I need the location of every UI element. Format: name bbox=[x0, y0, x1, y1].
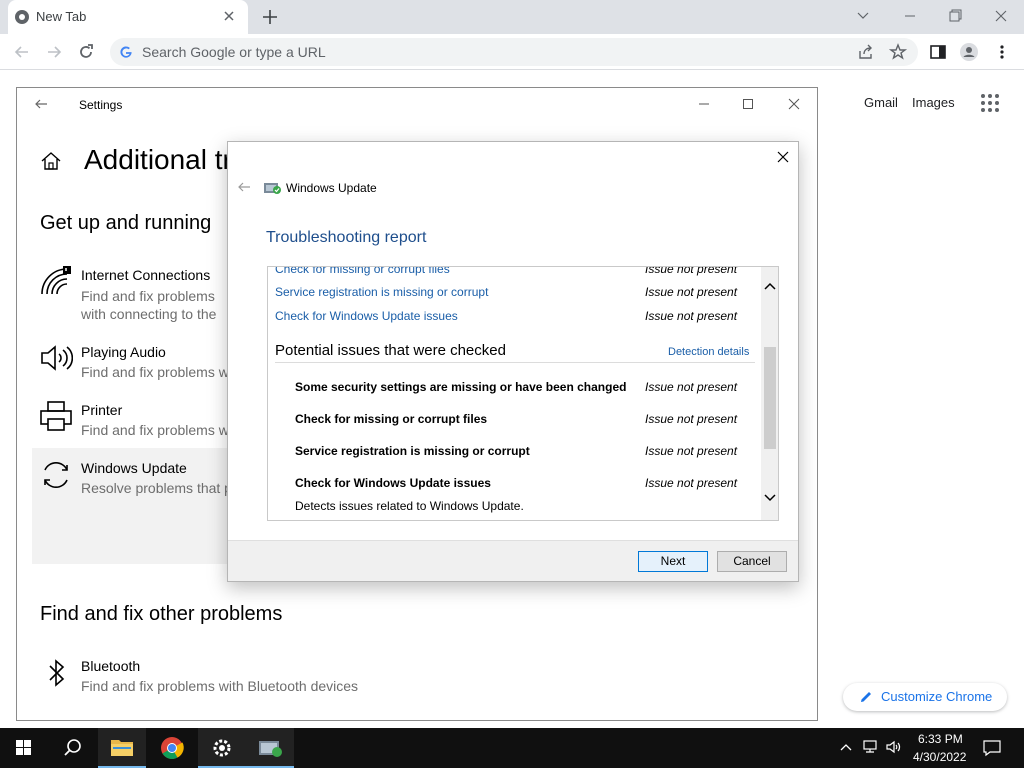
found-row-label[interactable]: Service registration is missing or corru… bbox=[275, 285, 488, 299]
troubleshooter-icon bbox=[264, 182, 282, 194]
tab-search-chevron-icon[interactable] bbox=[849, 4, 877, 28]
close-window-icon[interactable] bbox=[987, 4, 1015, 28]
checked-row-label: Check for missing or corrupt files bbox=[295, 412, 488, 426]
dialog-footer bbox=[228, 540, 798, 581]
scrollbar-thumb[interactable] bbox=[764, 347, 776, 449]
checked-row-label: Service registration is missing or corru… bbox=[295, 444, 530, 458]
profile-avatar-icon[interactable] bbox=[959, 42, 979, 62]
checked-row-label: Check for Windows Update issues bbox=[295, 476, 491, 490]
troubleshooting-report-heading: Troubleshooting report bbox=[266, 229, 427, 246]
item-desc-internet-connections: Find and fix problems with connecting to… bbox=[81, 288, 217, 322]
checked-row-status: Issue not present bbox=[645, 476, 738, 490]
item-name-bluetooth[interactable]: Bluetooth bbox=[81, 658, 140, 674]
item-name-playing-audio[interactable]: Playing Audio bbox=[81, 344, 166, 360]
report-scroll-area[interactable]: Check for missing or corrupt files Issue… bbox=[267, 266, 779, 521]
refresh-icon bbox=[39, 458, 73, 492]
home-icon[interactable] bbox=[40, 151, 62, 171]
bookmark-star-icon[interactable] bbox=[888, 42, 908, 62]
found-row-status: Issue not present bbox=[645, 309, 738, 323]
back-arrow-icon[interactable] bbox=[12, 42, 32, 62]
side-panel-icon[interactable] bbox=[928, 42, 948, 62]
customize-chrome-label[interactable]: Customize Chrome bbox=[881, 689, 992, 704]
section-heading-get-up-and-running: Get up and running bbox=[40, 212, 212, 234]
omnibox-placeholder[interactable]: Search Google or type a URL bbox=[142, 44, 326, 60]
forward-arrow-icon[interactable] bbox=[44, 42, 64, 62]
new-tab-plus-icon[interactable] bbox=[258, 6, 282, 28]
start-icon[interactable] bbox=[0, 728, 48, 768]
section-heading-other-problems: Find and fix other problems bbox=[40, 603, 283, 625]
scroll-down-chevron-icon[interactable] bbox=[764, 493, 776, 503]
potential-issues-heading: Potential issues that were checked bbox=[275, 342, 506, 359]
wifi-icon bbox=[39, 266, 73, 298]
found-row-status: Issue not present bbox=[645, 266, 738, 276]
item-desc-playing-audio: Find and fix problems with playing sound bbox=[81, 364, 231, 380]
checked-row-status: Issue not present bbox=[645, 412, 738, 426]
speaker-icon bbox=[39, 343, 73, 373]
gmail-link[interactable]: Gmail bbox=[864, 95, 898, 110]
images-link[interactable]: Images bbox=[912, 95, 955, 110]
minimize-icon[interactable] bbox=[896, 4, 924, 28]
clock-date[interactable]: 4/30/2022 bbox=[913, 750, 966, 764]
checked-row-description: Detects issues related to Windows Update… bbox=[295, 499, 524, 513]
item-desc-bluetooth: Find and fix problems with Bluetooth dev… bbox=[81, 678, 359, 694]
checked-row-status: Issue not present bbox=[645, 380, 738, 394]
pencil-icon bbox=[858, 689, 874, 705]
detection-details-link[interactable]: Detection details bbox=[668, 346, 749, 358]
checked-row-label: Some security settings are missing or ha… bbox=[295, 380, 627, 394]
settings-gear-icon[interactable] bbox=[198, 728, 246, 768]
item-name-internet-connections[interactable]: Internet Connections bbox=[81, 267, 210, 283]
tab-title: New Tab bbox=[36, 9, 87, 24]
cancel-button[interactable]: Cancel bbox=[717, 551, 787, 572]
dialog-app-title: Windows Update bbox=[286, 181, 377, 195]
volume-icon[interactable] bbox=[885, 739, 903, 755]
found-row-status: Issue not present bbox=[645, 285, 738, 299]
settings-window-title: Settings bbox=[79, 98, 123, 112]
search-icon[interactable] bbox=[48, 728, 96, 768]
chrome-menu-dots-icon[interactable] bbox=[992, 42, 1012, 62]
settings-maximize-icon[interactable] bbox=[738, 94, 758, 114]
share-icon[interactable] bbox=[856, 42, 876, 62]
printer-icon bbox=[39, 400, 73, 432]
tray-chevron-up-icon[interactable] bbox=[838, 739, 854, 755]
google-g-icon bbox=[119, 45, 133, 59]
notification-center-icon[interactable] bbox=[982, 738, 1002, 758]
settings-close-icon[interactable] bbox=[784, 94, 804, 114]
dialog-close-icon[interactable] bbox=[775, 149, 791, 165]
section-divider bbox=[275, 362, 755, 363]
checked-row-status: Issue not present bbox=[645, 444, 738, 458]
item-desc-windows-update: Resolve problems that prevent you from u… bbox=[81, 480, 231, 496]
report-scrollbar[interactable] bbox=[761, 267, 778, 520]
troubleshooter-dialog: Windows Update Troubleshooting report Ch… bbox=[227, 141, 799, 582]
troubleshooter-taskbar-icon[interactable] bbox=[246, 728, 294, 768]
reload-icon[interactable] bbox=[76, 42, 96, 62]
found-row-label[interactable]: Check for Windows Update issues bbox=[275, 309, 458, 323]
found-row-label[interactable]: Check for missing or corrupt files bbox=[275, 267, 450, 276]
item-name-printer[interactable]: Printer bbox=[81, 402, 122, 418]
item-name-windows-update[interactable]: Windows Update bbox=[81, 460, 187, 476]
chrome-icon[interactable] bbox=[148, 728, 196, 768]
settings-back-icon[interactable] bbox=[33, 96, 49, 112]
tab-close-icon[interactable] bbox=[221, 8, 237, 24]
item-desc-printer: Find and fix problems with printing bbox=[81, 422, 231, 438]
next-button[interactable]: Next bbox=[638, 551, 708, 572]
file-explorer-icon[interactable] bbox=[98, 728, 146, 768]
scroll-up-chevron-icon[interactable] bbox=[764, 281, 776, 291]
bluetooth-icon bbox=[47, 658, 67, 688]
google-apps-grid-icon[interactable] bbox=[980, 93, 1000, 113]
settings-minimize-icon[interactable] bbox=[694, 94, 714, 114]
network-icon[interactable] bbox=[862, 739, 880, 755]
restore-icon[interactable] bbox=[941, 4, 969, 28]
clock-time[interactable]: 6:33 PM bbox=[918, 732, 963, 746]
chrome-favicon-icon bbox=[14, 9, 30, 25]
dialog-back-icon[interactable] bbox=[236, 179, 252, 195]
